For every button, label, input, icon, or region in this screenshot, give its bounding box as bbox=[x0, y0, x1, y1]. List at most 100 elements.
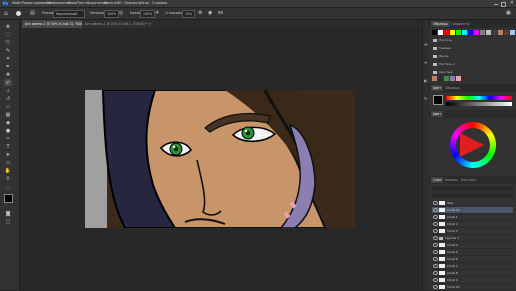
swatch[interactable] bbox=[462, 30, 467, 35]
gradients-tab[interactable]: Градиенты bbox=[449, 21, 472, 27]
close-icon[interactable]: ✕ bbox=[510, 0, 514, 6]
visibility-icon[interactable] bbox=[433, 278, 438, 282]
swatch[interactable] bbox=[450, 30, 455, 35]
visibility-icon[interactable] bbox=[433, 201, 438, 205]
visibility-icon[interactable] bbox=[433, 271, 438, 275]
color-tab[interactable]: Цвет bbox=[431, 85, 444, 91]
quick-mask-icon[interactable]: ◙ bbox=[4, 210, 12, 217]
app-logo[interactable]: Ps bbox=[2, 1, 9, 6]
visibility-icon[interactable] bbox=[433, 215, 438, 219]
layer-row[interactable]: Слой 8 bbox=[432, 270, 513, 277]
layer-row[interactable]: Слой 4 bbox=[432, 242, 513, 249]
flow-input[interactable]: 100% bbox=[140, 10, 156, 18]
swatch[interactable] bbox=[432, 30, 437, 35]
preset-folder[interactable]: Пастель bbox=[433, 37, 511, 43]
swatch[interactable] bbox=[438, 76, 443, 81]
blur-tool-icon[interactable]: ◆ bbox=[4, 119, 12, 126]
visibility-icon[interactable] bbox=[433, 257, 438, 261]
swatch[interactable] bbox=[432, 76, 437, 81]
screen-mode-icon[interactable]: ▢ bbox=[4, 218, 12, 225]
swatch[interactable] bbox=[486, 30, 491, 35]
gradient-tool-icon[interactable]: ▦ bbox=[4, 111, 12, 118]
visibility-icon[interactable] bbox=[433, 236, 438, 240]
menu-text[interactable]: Текст bbox=[77, 1, 87, 6]
swatches-tab[interactable]: Образцы bbox=[431, 21, 450, 27]
visibility-icon[interactable] bbox=[433, 229, 438, 233]
preset-folder[interactable]: Темные bbox=[433, 45, 511, 51]
crop-tool-icon[interactable]: ⌗ bbox=[4, 55, 12, 62]
menu-window[interactable]: Окно bbox=[140, 1, 149, 6]
swatch[interactable] bbox=[498, 30, 503, 35]
eraser-tool-icon[interactable]: ▱ bbox=[4, 103, 12, 110]
value-slider[interactable] bbox=[446, 102, 512, 106]
brush-settings-icon[interactable]: ▤ bbox=[30, 10, 36, 17]
swatch[interactable] bbox=[468, 30, 473, 35]
color-triangle[interactable] bbox=[460, 133, 484, 157]
layers-blend-row[interactable] bbox=[432, 193, 513, 198]
layer-row[interactable]: Слой 7 bbox=[432, 263, 513, 270]
type-tool-icon[interactable]: T bbox=[4, 143, 12, 150]
visibility-icon[interactable] bbox=[433, 243, 438, 247]
swatch[interactable] bbox=[504, 30, 509, 35]
swatch[interactable] bbox=[474, 30, 479, 35]
swatch[interactable] bbox=[444, 76, 449, 81]
layer-row[interactable]: Группа 1 bbox=[432, 235, 513, 242]
layer-row[interactable]: Слой 5 bbox=[432, 249, 513, 256]
history-brush-tool-icon[interactable]: ↺ bbox=[4, 95, 12, 102]
preset-folder[interactable]: Светлые bbox=[433, 69, 511, 75]
hue-slider[interactable] bbox=[446, 96, 512, 100]
history-panel-icon[interactable]: ⟲ bbox=[424, 42, 427, 47]
healing-tool-icon[interactable]: ✚ bbox=[4, 71, 12, 78]
visibility-icon[interactable] bbox=[433, 250, 438, 254]
layers-tab[interactable]: Слои bbox=[431, 177, 444, 183]
swatch[interactable] bbox=[462, 76, 467, 81]
menu-layers[interactable]: Слои bbox=[68, 1, 77, 6]
menu-file[interactable]: Файл bbox=[12, 1, 21, 6]
marquee-tool-icon[interactable]: ⬚ bbox=[4, 31, 12, 38]
dodge-tool-icon[interactable]: ● bbox=[4, 127, 12, 134]
visibility-icon[interactable] bbox=[433, 222, 438, 226]
menu-3d[interactable]: 3D bbox=[117, 1, 122, 6]
paths-tab[interactable]: Контуры bbox=[459, 177, 478, 183]
color-wheel-tab[interactable]: Цвет bbox=[431, 111, 444, 117]
shape-tool-icon[interactable]: ▭ bbox=[4, 159, 12, 166]
swatch[interactable] bbox=[450, 76, 455, 81]
preset-folder[interactable]: Пастель 2 bbox=[433, 61, 511, 67]
smoothing-options-icon[interactable]: ⚙ bbox=[198, 10, 204, 16]
brush-tool-icon[interactable]: ✐ bbox=[4, 79, 12, 86]
hand-tool-icon[interactable]: ✋ bbox=[4, 167, 12, 174]
menu-view[interactable]: Просмотр bbox=[124, 1, 141, 6]
artwork-canvas[interactable] bbox=[85, 90, 355, 228]
brush-preset-picker[interactable] bbox=[16, 10, 26, 17]
swatches-tab-2[interactable]: Образцы bbox=[443, 85, 462, 91]
visibility-icon[interactable] bbox=[433, 285, 438, 289]
smoothing-input[interactable]: 10% bbox=[182, 10, 196, 18]
properties-panel-icon[interactable]: ≡ bbox=[424, 60, 427, 65]
adjustments-panel-icon[interactable]: ◐ bbox=[424, 78, 428, 83]
color-fg-swatch[interactable] bbox=[433, 95, 443, 105]
opacity-input[interactable]: 100% bbox=[104, 10, 120, 18]
menu-filter[interactable]: Фильтр bbox=[104, 1, 117, 6]
swatch[interactable] bbox=[456, 76, 461, 81]
swatch[interactable] bbox=[456, 30, 461, 35]
zoom-tool-icon[interactable]: ⚲ bbox=[4, 175, 12, 182]
layer-row[interactable]: Фон bbox=[432, 200, 513, 207]
mode-select[interactable]: Нормальный bbox=[53, 10, 85, 18]
document-tab[interactable]: Без имени-1 @ 50% (Слой 1, RGB/8) * ✕ bbox=[82, 20, 155, 28]
visibility-icon[interactable] bbox=[433, 208, 438, 212]
minimize-icon[interactable] bbox=[494, 4, 498, 5]
home-icon[interactable]: ⌂ bbox=[4, 10, 11, 17]
swatch[interactable] bbox=[510, 30, 515, 35]
preset-folder[interactable]: Яркие bbox=[433, 53, 511, 59]
symmetry-icon[interactable]: ⋈ bbox=[218, 10, 224, 16]
stamp-tool-icon[interactable]: ⊥ bbox=[4, 87, 12, 94]
layer-row[interactable]: Слой 2 bbox=[432, 221, 513, 228]
layers-filter-row[interactable] bbox=[432, 186, 513, 191]
swatch[interactable] bbox=[480, 30, 485, 35]
swatch[interactable] bbox=[438, 30, 443, 35]
layer-row[interactable]: Слой 6 bbox=[432, 256, 513, 263]
pen-tool-icon[interactable]: ✑ bbox=[4, 135, 12, 142]
layer-row[interactable]: Слой 9 bbox=[432, 277, 513, 284]
layer-row-selected[interactable]: Слой 32 bbox=[432, 207, 513, 214]
quick-select-tool-icon[interactable]: ✎ bbox=[4, 47, 12, 54]
